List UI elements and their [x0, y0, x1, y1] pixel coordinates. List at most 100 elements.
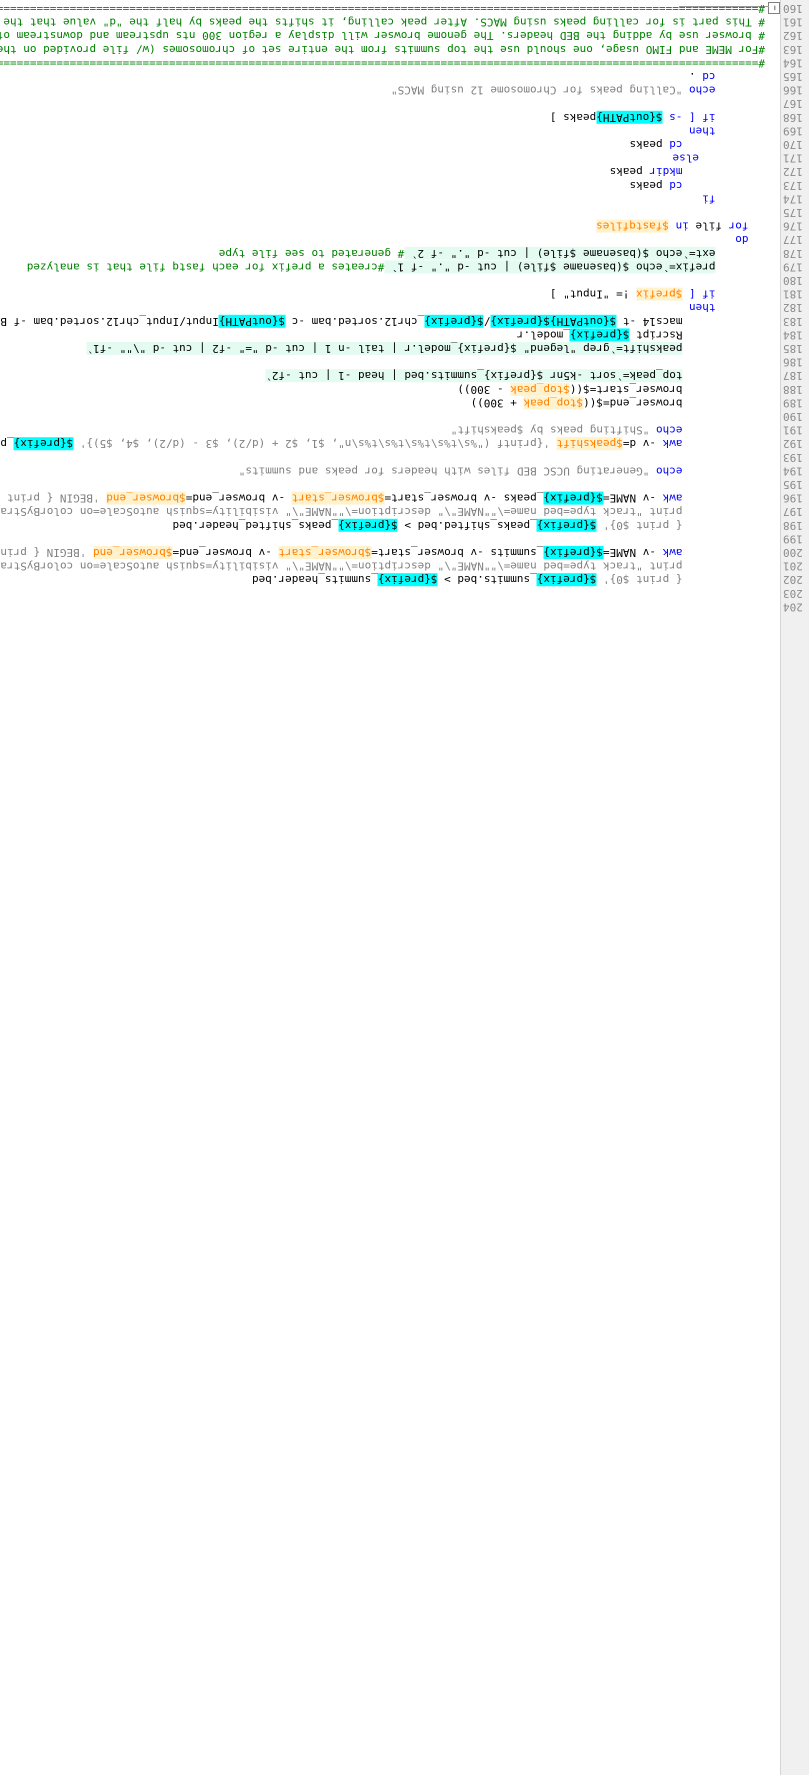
line-number: 194	[783, 464, 803, 478]
code-keyword: awk	[662, 491, 683, 505]
code-token: browser_start=$((	[569, 382, 683, 396]
code-token: + 300))	[470, 396, 524, 410]
code-token: -v NAME=	[603, 546, 663, 559]
code-line[interactable]: echo "Shifting peaks by $peakshift"	[451, 424, 683, 437]
code-line[interactable]: awk -v d=$peakshift '{printf ("%s\t%s\t%…	[0, 437, 683, 451]
code-line[interactable]: if [ -s ${outPATH}peaks ]	[550, 110, 716, 124]
code-line[interactable]: echo "Generating UCSC BED files with hea…	[239, 464, 683, 477]
line-number: 172	[783, 165, 803, 179]
line-number: 185	[783, 342, 803, 355]
code-token: -v NAME=	[603, 491, 663, 505]
code-line[interactable]: browser_end=$(($top_peak + 300))	[470, 396, 683, 410]
code-editor[interactable]: − #=====================================…	[0, 0, 809, 1775]
code-line[interactable]: awk -v NAME=${prefix}_peaks -v browser_s…	[0, 491, 683, 505]
code-line[interactable]: do	[735, 233, 748, 246]
code-line[interactable]: fi	[702, 192, 715, 205]
line-number: 162	[783, 29, 803, 43]
line-number: 201	[783, 559, 803, 573]
code-token: peaks	[609, 165, 650, 179]
line-number: 181	[783, 287, 803, 301]
line-number: 195	[783, 478, 803, 491]
line-number: 160	[783, 2, 803, 15]
code-line[interactable]: top_peak=`sort -k5nr ${prefix}_summits.b…	[265, 369, 683, 383]
code-token: _peaks_shifted_header.bed	[172, 518, 339, 532]
code-line[interactable]: then	[689, 124, 716, 137]
line-number: 199	[783, 532, 803, 546]
code-token: _model.r	[516, 328, 570, 342]
code-token: _summits_header.bed	[252, 573, 378, 587]
line-number: 184	[783, 328, 803, 342]
code-keyword: if [	[682, 287, 716, 301]
code-line[interactable]: cd peaks	[630, 138, 683, 151]
code-variable: ${prefix}	[536, 573, 597, 587]
line-number: 204	[783, 600, 803, 614]
line-number: 178	[783, 246, 803, 260]
code-line[interactable]: mkdir peaks	[610, 165, 683, 178]
code-line[interactable]: then	[689, 301, 716, 314]
code-line[interactable]: cd peaks	[630, 179, 683, 192]
code-line[interactable]: prefix=`echo $(basename $file) | cut -d …	[26, 260, 716, 274]
code-comment: #=======================================…	[0, 56, 765, 70]
code-line[interactable]: Rscript ${prefix}_model.r	[516, 328, 683, 342]
code-line[interactable]: if [ $prefix != "Input" ]	[550, 287, 716, 301]
code-variable-ref: $top_peak	[523, 396, 584, 410]
code-string: "Shifting peaks by $peakshift"	[450, 423, 656, 437]
code-line[interactable]: for file in $fastqfiles	[596, 219, 749, 233]
code-token: -v browser_end=	[185, 491, 292, 505]
line-number: 191	[783, 423, 803, 437]
code-variable-ref: $browser_start	[291, 491, 385, 505]
code-line[interactable]: { print $0}' ${prefix}_summits.bed > ${p…	[252, 573, 683, 587]
code-keyword: in	[675, 219, 689, 233]
line-number: 173	[783, 178, 803, 192]
code-line[interactable]: ext=`echo $(basename $file) | cut -d "."…	[219, 246, 716, 260]
code-line[interactable]: # This part is for calling peaks using M…	[0, 16, 765, 29]
code-comment: #creates a prefix for each fastq file th…	[26, 260, 385, 274]
line-number: 198	[783, 518, 803, 532]
code-line[interactable]: print "track type=bed name=\""NAME"\" de…	[0, 505, 683, 518]
code-variable: ${prefix}	[543, 491, 604, 505]
code-line[interactable]: echo "Calling peaks for Chromosome 12 us…	[391, 84, 716, 97]
line-number: 197	[783, 505, 803, 519]
code-line[interactable]: browser_start=$(($top_peak - 300))	[457, 382, 683, 396]
code-token: peaks	[629, 138, 670, 151]
line-number: 183	[783, 314, 803, 328]
code-line[interactable]: peakshift=`grep "legend" ${prefix}_model…	[86, 342, 683, 355]
code-keyword: mkdir	[649, 165, 683, 179]
code-line[interactable]: print "track type=bed name=\""NAME"\" de…	[0, 560, 683, 573]
code-line[interactable]: else	[673, 152, 700, 165]
code-variable: ${prefix}	[569, 328, 630, 342]
line-number: 193	[783, 450, 803, 464]
code-string: "Generating UCSC BED files with headers …	[238, 464, 656, 478]
line-number: 189	[783, 396, 803, 410]
fold-toggle-icon[interactable]: −	[768, 2, 780, 14]
line-number: 166	[783, 83, 803, 97]
code-line[interactable]: cd .	[689, 70, 716, 83]
code-line[interactable]: #For MEME and FIMO usage, one should use…	[0, 43, 765, 56]
code-keyword: then	[689, 301, 716, 315]
code-line[interactable]: macs14 -t ${outPATH}${prefix}/${prefix}_…	[0, 314, 683, 328]
code-token: peakshift=`grep "legend" ${prefix}_model…	[86, 342, 683, 355]
code-string: { print $0}'	[596, 518, 683, 532]
code-token: /	[483, 314, 491, 328]
line-number: 190	[783, 410, 803, 423]
code-keyword: echo	[656, 464, 683, 478]
code-area[interactable]: #=======================================…	[0, 2, 809, 1771]
line-number: 179	[783, 260, 803, 274]
line-number: 167	[783, 97, 803, 111]
code-line[interactable]: { print $0}' ${prefix}_peaks_shifted.bed…	[172, 518, 683, 532]
code-variable: ${prefix}	[543, 546, 604, 559]
code-token: .	[689, 70, 703, 83]
code-token: browser_end=$((	[583, 396, 683, 410]
code-variable-ref: $browser_start	[278, 546, 372, 559]
code-line[interactable]: #=======================================…	[0, 2, 765, 15]
line-number: 163	[783, 42, 803, 56]
code-line[interactable]: awk -v NAME=${prefix}_summits -v browser…	[0, 546, 683, 559]
code-line[interactable]: #=======================================…	[0, 56, 765, 69]
code-variable-ref: $top_peak	[510, 382, 570, 396]
code-string: 'BEGIN { print "browser position chr12:(…	[0, 546, 87, 559]
code-token: _summits -v browser_start=	[371, 546, 544, 559]
code-line[interactable]: # browser use by adding the BED headers.…	[0, 29, 765, 42]
code-keyword: echo	[689, 83, 716, 97]
code-token: Input/Input_chr12.sorted.bam -f BAM -n	[0, 314, 219, 328]
line-number: 176	[783, 219, 803, 233]
